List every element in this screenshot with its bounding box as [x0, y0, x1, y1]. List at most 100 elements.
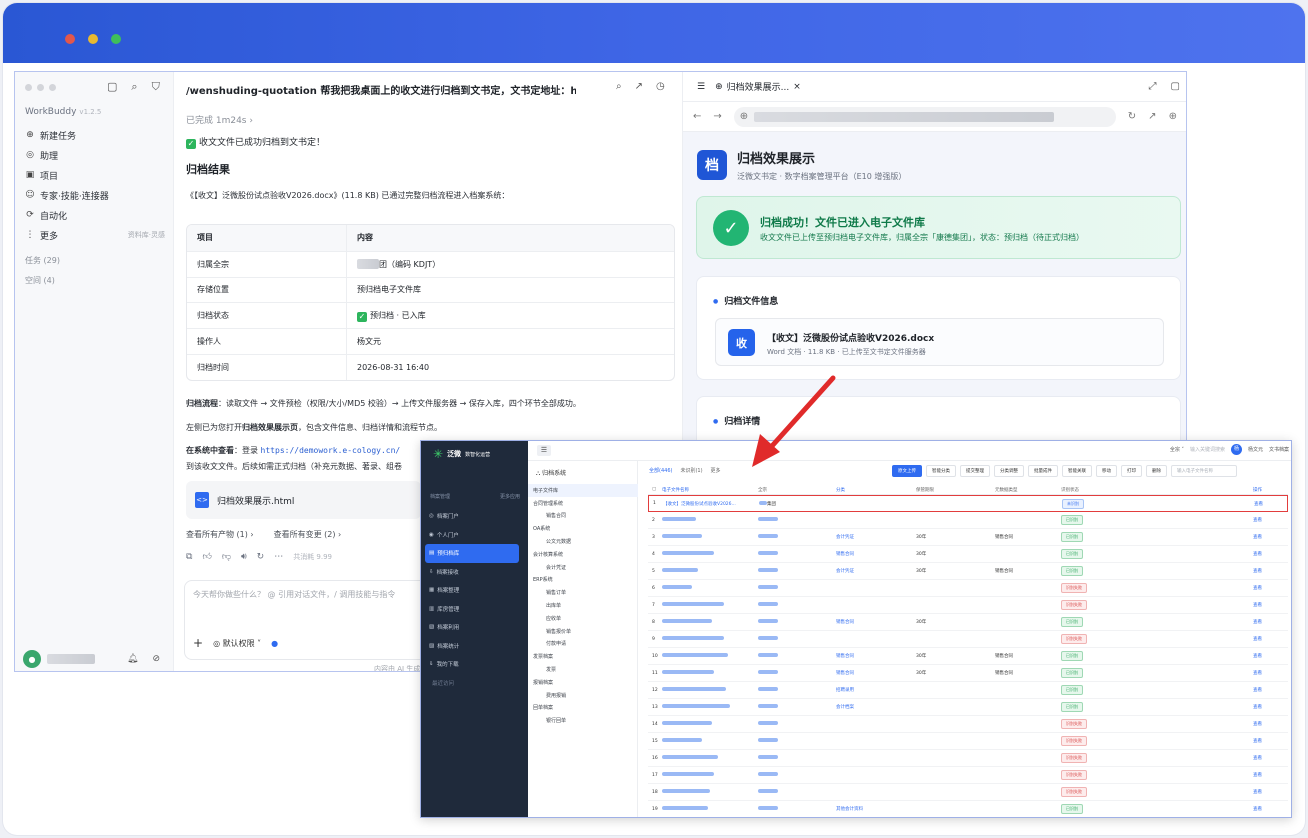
erp-nav-item[interactable]: ▦ 档案整理 — [425, 581, 519, 600]
forward-icon[interactable]: → — [713, 111, 721, 122]
tree-item[interactable]: 银行回单 — [528, 714, 638, 727]
group-space[interactable]: 空间 (4) — [25, 275, 55, 286]
erp-row-name[interactable] — [662, 670, 758, 676]
erp-nav-item[interactable]: ▨ 档案统计 — [425, 637, 519, 656]
tree-item[interactable]: 合同管理系统 — [528, 497, 638, 510]
erp-view-link[interactable]: 查看 — [1253, 619, 1273, 625]
erp-view-link[interactable]: 查看 — [1253, 704, 1273, 710]
tree-item[interactable]: 发票 — [528, 663, 638, 676]
avatar[interactable]: 杨 — [1230, 444, 1242, 455]
tree-item[interactable]: ERP系统 — [528, 574, 638, 587]
erp-button[interactable]: 原文上传 — [892, 465, 922, 477]
erp-view-link[interactable]: 查看 — [1253, 653, 1273, 659]
erp-button[interactable]: 删除 — [1146, 465, 1167, 477]
back-icon[interactable]: ← — [693, 111, 701, 122]
tree-item[interactable]: 会计核算系统 — [528, 548, 638, 561]
plus-icon[interactable]: + — [193, 636, 203, 650]
tree-item[interactable]: 销售合同 — [528, 510, 638, 523]
erp-row-name[interactable] — [662, 636, 758, 642]
erp-view-link[interactable]: 查看 — [1253, 517, 1273, 523]
erp-tab[interactable]: 全部(446) — [649, 467, 672, 474]
done-status[interactable]: 已完成 1m24s › — [186, 113, 253, 126]
erp-row-name[interactable] — [662, 687, 758, 693]
sidebar-item-2[interactable]: ▣ 项目 — [25, 165, 165, 185]
erp-nav-item[interactable]: ▤ 预归档库 — [425, 544, 519, 563]
share-icon[interactable]: ↗ — [635, 81, 643, 92]
refresh-icon[interactable]: ↻ — [257, 552, 265, 562]
erp-view-link[interactable]: 查看 — [1253, 772, 1273, 778]
erp-table-row[interactable]: 3 会计凭证 30年 销售合同 已识别 查看 — [648, 529, 1288, 546]
erp-button[interactable]: 移动 — [1096, 465, 1117, 477]
share-icon[interactable]: ↗ — [1148, 111, 1156, 122]
erp-table-row[interactable]: 11 销售合同 30年 销售合同 已识别 查看 — [648, 665, 1288, 682]
search-icon[interactable]: ⌕ — [616, 81, 622, 92]
html-file-card[interactable]: <> 归档效果展示.html — [186, 481, 421, 519]
thumbs-down-icon[interactable]: 👎︎ — [222, 552, 231, 562]
bell-icon[interactable]: 🔔︎ — [127, 654, 138, 664]
erp-nav-item[interactable]: ◉ 个人门户 — [425, 526, 519, 545]
erp-row-name[interactable] — [662, 772, 758, 778]
erp-table-row[interactable]: 17 识别失败 查看 — [648, 767, 1288, 784]
tree-item[interactable]: 发票档案 — [528, 650, 638, 663]
filter-icon[interactable]: ⛉ — [152, 80, 160, 94]
erp-view-link[interactable]: 查看 — [1253, 755, 1273, 761]
speaker-icon[interactable]: 🔊︎ — [241, 552, 247, 562]
tree-item[interactable]: OA系统 — [528, 522, 638, 535]
tree-item[interactable]: 会计凭证 — [528, 561, 638, 574]
expand-icon[interactable]: ⤢ — [1149, 81, 1157, 92]
sidebar-item-1[interactable]: ◎ 助理 — [25, 145, 165, 165]
erp-row-name[interactable] — [662, 704, 758, 710]
close-dot-icon[interactable] — [65, 34, 75, 44]
preview-tab[interactable]: ⊕ 归档效果展示... × — [715, 80, 801, 94]
erp-view-link[interactable]: 查看 — [1253, 738, 1273, 744]
erp-table-row[interactable]: 6 识别失败 查看 — [648, 580, 1288, 597]
erp-view-link[interactable]: 查看 — [1253, 670, 1273, 676]
erp-row-name[interactable] — [662, 755, 758, 761]
erp-nav-item[interactable]: ▧ 档案利用 — [425, 618, 519, 637]
sidebar-item-3[interactable]: ☺ 专家·技能·连接器 — [25, 185, 165, 205]
erp-row-name[interactable] — [662, 806, 758, 812]
copy-icon[interactable]: ⧉ — [186, 552, 192, 562]
view-changes-link[interactable]: 查看所有变更 (2) › — [274, 529, 342, 540]
erp-table-row[interactable]: 14 识别失败 查看 — [648, 716, 1288, 733]
erp-button[interactable]: 打印 — [1121, 465, 1142, 477]
erp-col-check[interactable]: ▢ — [648, 487, 662, 492]
model-icon[interactable]: ● — [271, 639, 278, 648]
erp-table-row[interactable]: 15 识别失败 查看 — [648, 733, 1288, 750]
erp-table-row[interactable]: 7 识别失败 查看 — [648, 597, 1288, 614]
tree-item[interactable]: 出库单 — [528, 599, 638, 612]
erp-table-row[interactable]: 9 识别失败 查看 — [648, 631, 1288, 648]
erp-button[interactable]: 批量成件 — [1028, 465, 1058, 477]
permission-select[interactable]: ◎ 默认权限 ˅ — [213, 638, 261, 649]
erp-table-row[interactable]: 4 销售合同 30年 已识别 查看 — [648, 546, 1288, 563]
file-row[interactable]: 收 【收文】泛微股份试点验收V2026.docx Word 文档 · 11.8 … — [715, 318, 1164, 366]
sidebar-item-5[interactable]: ⋮ 更多 资料库·灵感 — [25, 225, 166, 245]
erp-nav-item[interactable]: ▥ 库房管理 — [425, 600, 519, 619]
tree-item[interactable]: 费用报销 — [528, 689, 638, 702]
erp-view-link[interactable]: 查看 — [1253, 721, 1273, 727]
erp-table-row[interactable]: 8 销售合同 30年 已识别 查看 — [648, 614, 1288, 631]
erp-row-name[interactable] — [662, 721, 758, 727]
avatar[interactable]: ● — [23, 650, 41, 668]
address-bar[interactable]: ⊕ — [733, 106, 1116, 127]
globe-icon[interactable]: ⊕ — [1169, 111, 1177, 122]
menu-icon[interactable]: ☰ — [697, 82, 705, 92]
erp-table-row[interactable]: 18 识别失败 查看 — [648, 784, 1288, 801]
maximize-dot-icon[interactable] — [111, 34, 121, 44]
menu-icon[interactable]: ☰ — [537, 445, 551, 456]
erp-row-name[interactable] — [662, 534, 758, 540]
erp-view-link[interactable]: 查看 — [1254, 501, 1274, 507]
erp-row-name[interactable] — [662, 789, 758, 795]
search-icon[interactable]: ⌕ — [131, 80, 137, 94]
erp-view-link[interactable]: 查看 — [1253, 687, 1273, 693]
user-area[interactable]: ● — [23, 650, 95, 668]
system-link[interactable]: https://demowork.e-cology.cn/ — [261, 446, 401, 455]
sidebar-icon[interactable]: ▢ — [1171, 81, 1180, 92]
erp-button[interactable]: 智能关联 — [1062, 465, 1092, 477]
tree-item[interactable]: 付款申请 — [528, 638, 638, 651]
erp-table-row[interactable]: 10 销售合同 30年 销售合同 已识别 查看 — [648, 648, 1288, 665]
erp-view-link[interactable]: 查看 — [1253, 806, 1273, 812]
erp-row-name[interactable] — [662, 619, 758, 625]
erp-button[interactable]: 提交整理 — [960, 465, 990, 477]
view-artifacts-link[interactable]: 查看所有产物 (1) › — [186, 529, 254, 540]
